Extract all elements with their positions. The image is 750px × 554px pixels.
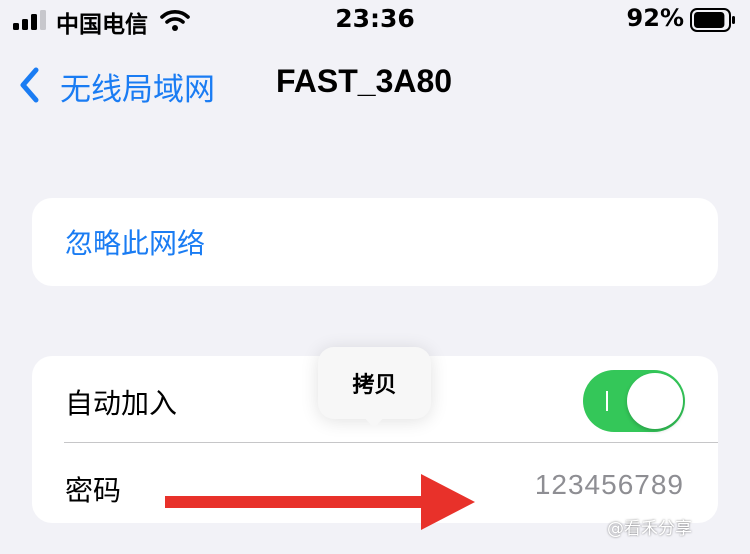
copy-label: 拷贝 [352,373,397,398]
watermark: @看禾分享 [607,519,692,539]
forget-network-card: 忽略此网络 [32,198,718,286]
status-bar: 中国电信 23:36 92% [0,0,750,44]
copy-menu-pointer [361,414,387,428]
battery-percentage: 92% [626,4,684,32]
page-title: FAST_3A80 [276,63,453,99]
auto-join-label: 自动加入 [65,387,178,420]
navigation-bar: 无线局域网 FAST_3A80 [0,50,750,120]
password-label: 密码 [65,474,122,507]
chevron-left-icon[interactable] [14,64,48,106]
copy-menu-button[interactable]: 拷贝 [318,347,431,419]
red-arrow-icon [165,474,475,530]
battery-icon [690,8,735,32]
forget-network-button[interactable]: 忽略此网络 [65,222,205,262]
auto-join-toggle[interactable] [583,370,685,432]
password-value[interactable]: 123456789 [535,469,684,501]
toggle-on-mark [606,391,608,411]
back-button[interactable]: 无线局域网 [60,64,215,109]
toggle-knob [627,373,683,429]
